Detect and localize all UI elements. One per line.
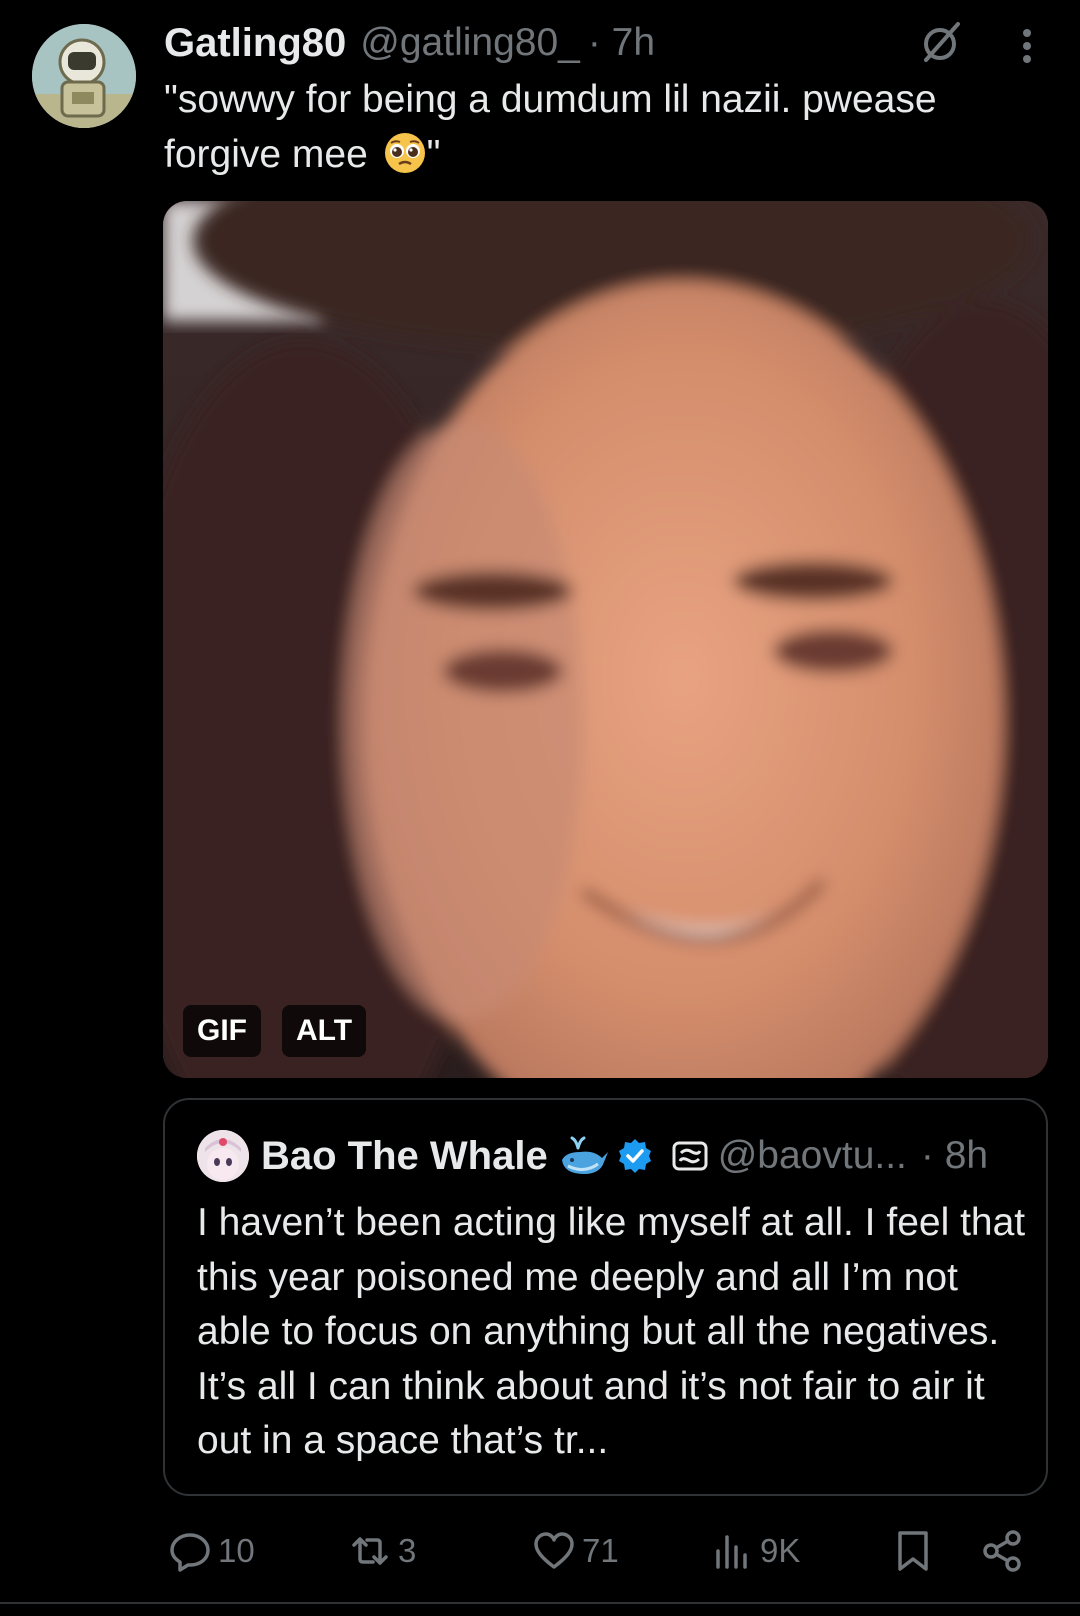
reply-button[interactable]: 10 xyxy=(168,1516,255,1586)
share-icon xyxy=(983,1530,1021,1572)
like-button[interactable]: 71 xyxy=(532,1516,619,1586)
quoted-author-name: Bao The Whale xyxy=(261,1133,548,1178)
bookmark-icon xyxy=(898,1531,928,1571)
vtuber-avatar-image xyxy=(197,1130,249,1182)
tweet-media-gif[interactable] xyxy=(163,201,1048,1078)
tweet-text: "sowwy for being a dumdum lil nazii. pwe… xyxy=(164,72,1044,182)
views-button[interactable]: 9K xyxy=(710,1516,800,1586)
quoted-tweet-header: Bao The Whale @baovtu... · 8h xyxy=(261,1128,988,1184)
tweet-action-bar: 10 3 71 9K xyxy=(0,1516,1080,1586)
repost-icon xyxy=(352,1537,388,1565)
pleading-face-icon xyxy=(384,133,425,173)
quoted-author-handle: @baovtu... xyxy=(717,1134,907,1177)
alt-text-button[interactable]: ALT xyxy=(282,1005,367,1057)
share-button[interactable] xyxy=(980,1516,1024,1586)
verified-badge-icon xyxy=(618,1139,651,1173)
astronaut-avatar-image xyxy=(32,24,136,128)
tweet-divider xyxy=(0,1602,1080,1604)
tweet-header: Gatling80 @gatling80_ · 7h xyxy=(164,18,655,68)
repost-count: 3 xyxy=(398,1532,417,1569)
tweet-text-body: "sowwy for being a dumdum lil nazii. pwe… xyxy=(164,78,937,176)
author-name[interactable]: Gatling80 xyxy=(164,21,346,66)
reply-icon xyxy=(170,1533,210,1572)
author-handle[interactable]: @gatling80_ xyxy=(360,21,580,65)
subscription-icon xyxy=(672,1141,708,1171)
analytics-icon xyxy=(716,1535,747,1569)
repost-button[interactable]: 3 xyxy=(348,1516,416,1586)
quoted-tweet[interactable]: Bao The Whale @baovtu... · 8h I haven’t … xyxy=(163,1098,1048,1496)
tweet-text-end: " xyxy=(426,133,441,176)
reply-count: 10 xyxy=(218,1532,255,1569)
quoted-tweet-text: I haven’t been acting like myself at all… xyxy=(197,1201,1026,1462)
quoted-tweet-time: · 8h xyxy=(920,1134,989,1177)
heart-icon xyxy=(534,1532,574,1569)
whale-emoji-icon xyxy=(561,1136,608,1174)
gif-image xyxy=(163,201,1048,1078)
bookmark-button[interactable] xyxy=(891,1516,935,1586)
quoted-author-avatar xyxy=(197,1130,249,1182)
gif-badge: GIF xyxy=(183,1005,261,1057)
author-avatar[interactable] xyxy=(32,24,136,128)
tweet-time[interactable]: · 7h xyxy=(588,21,655,65)
more-options-icon[interactable] xyxy=(1010,26,1044,66)
like-count: 71 xyxy=(582,1532,619,1569)
view-count: 9K xyxy=(760,1532,801,1569)
grok-icon[interactable] xyxy=(918,18,966,66)
